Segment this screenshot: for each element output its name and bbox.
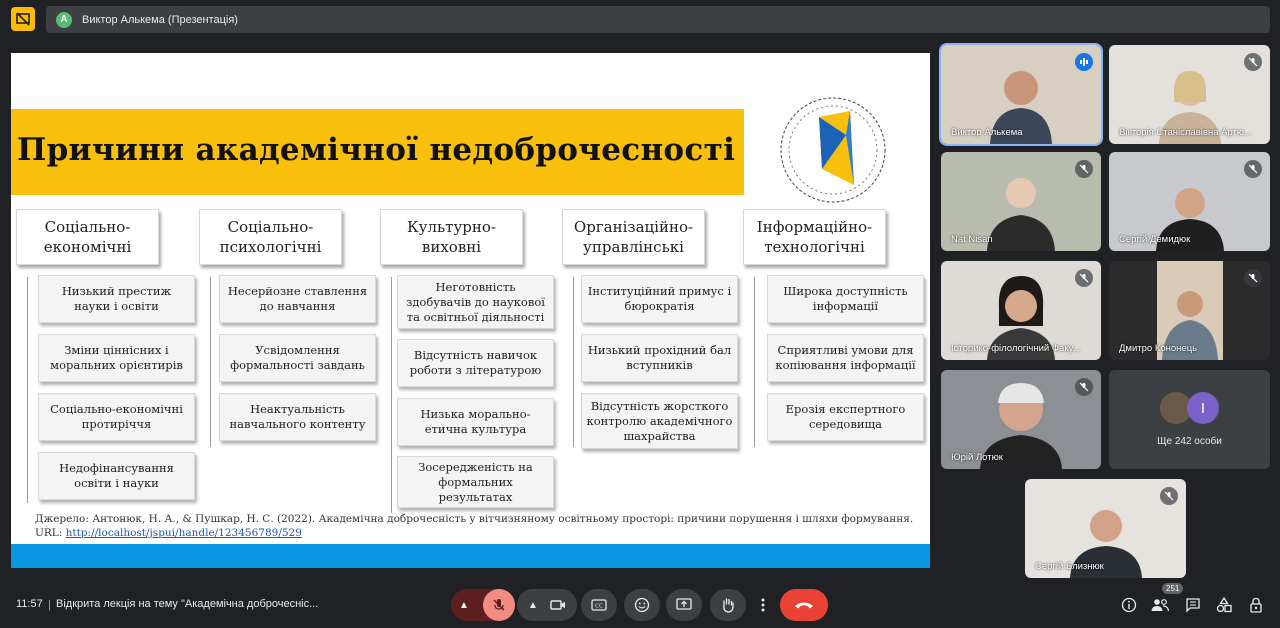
presenter-bar: A Виктор Алькема (Презентація): [46, 6, 1270, 33]
mic-off-button[interactable]: [482, 589, 515, 621]
column-line: [210, 277, 211, 447]
agency-logo: [779, 96, 887, 204]
mic-off-icon: [1244, 160, 1262, 178]
participant-name: Виктор Алькема: [951, 127, 1023, 138]
presenter-avatar: A: [56, 11, 72, 28]
participant-name: Юрій Лотюк: [951, 452, 1003, 463]
presentation-slide: Причини академічної недоброчесності Соці…: [11, 53, 930, 568]
captions-icon: CC: [591, 599, 607, 611]
participant-tile[interactable]: Nat Nisan: [941, 152, 1101, 251]
person-silhouette: [987, 178, 1055, 251]
emoji-icon: [634, 597, 650, 613]
present-screen-icon: [676, 598, 692, 610]
slide-bottom-bar: [11, 544, 930, 568]
participant-tile[interactable]: Дмитро Кононець: [1109, 261, 1270, 360]
cause-item: Відсутність жорсткого контролю академічн…: [581, 393, 738, 449]
chevron-up-icon[interactable]: ▲: [459, 600, 469, 611]
column-line: [573, 277, 574, 447]
present-button[interactable]: [666, 589, 702, 621]
mic-off-icon: [1075, 160, 1093, 178]
participant-tile[interactable]: Виктор Алькема: [939, 43, 1103, 146]
column-line: [754, 277, 755, 447]
activities-icon[interactable]: [1215, 596, 1233, 614]
cause-item: Неактуальність навчального контенту: [219, 393, 376, 441]
captions-button[interactable]: CC: [581, 589, 617, 621]
category-socio-economic: Соціально-економічні: [16, 209, 159, 265]
cause-item: Ерозія експертного середовища: [767, 393, 924, 441]
participant-tile[interactable]: Сергій Демидюк: [1109, 152, 1270, 251]
microphone-control[interactable]: ▲: [451, 589, 515, 621]
slide-title: Причини академічної недоброчесності: [17, 132, 736, 168]
source-link[interactable]: http://localhost/jspui/handle/123456789/…: [66, 527, 302, 539]
participant-name: Nat Nisan: [951, 234, 993, 245]
people-icon[interactable]: [1151, 596, 1169, 614]
cause-item: Низька морально-етична культура: [397, 398, 554, 446]
cause-item: Широка доступність інформації: [767, 275, 924, 323]
category-information-tech: Інформаційно-технологічні: [743, 209, 886, 265]
raise-hand-button[interactable]: [710, 589, 746, 621]
leave-call-button[interactable]: [780, 589, 828, 621]
cause-item: Несерйозне ставлення до навчання: [219, 275, 376, 323]
source-text: Джерело: Антонюк, Н. А., & Пушкар, Н. С.…: [35, 513, 914, 525]
participant-name: Сергій Близнюк: [1035, 561, 1104, 572]
chat-icon[interactable]: [1184, 596, 1202, 614]
participant-avatar-letter: І: [1187, 392, 1219, 424]
participants-count-badge: 251: [1162, 583, 1184, 594]
svg-text:CC: CC: [595, 604, 603, 610]
participant-tile[interactable]: Сергій Близнюк: [1025, 479, 1186, 578]
hand-icon: [723, 598, 734, 613]
more-participants-tile[interactable]: І Ще 242 особи: [1109, 370, 1270, 469]
participant-tile[interactable]: Вікторія Станіславівна Артю...: [1109, 45, 1270, 144]
presentation-icon[interactable]: [11, 7, 35, 31]
cause-item: Соціально-економічні протиріччя: [38, 393, 195, 441]
column-line: [27, 277, 28, 503]
participant-name: Дмитро Кононець: [1119, 343, 1198, 354]
cause-item: Зміни ціннісних і моральних орієнтирів: [38, 334, 195, 382]
meeting-title: Відкрита лекція на тему "Академічна добр…: [56, 598, 319, 610]
cause-item: Неготовність здобувачів до наукової та о…: [397, 275, 554, 329]
more-vert-icon: [761, 598, 765, 612]
clock: 11:57: [16, 598, 43, 610]
mic-off-icon: [1244, 53, 1262, 71]
cause-item: Низький престиж науки і освіти: [38, 275, 195, 323]
mic-off-icon: [1244, 269, 1262, 287]
category-socio-psychological: Соціально-психологічні: [199, 209, 342, 265]
url-label: URL:: [35, 527, 63, 539]
hangup-icon: [795, 602, 813, 609]
more-participants-label: Ще 242 особи: [1157, 436, 1222, 447]
emoji-button[interactable]: [624, 589, 660, 621]
mic-off-icon: [1075, 378, 1093, 396]
column-line: [391, 277, 392, 513]
cause-item: Інституційний примус і бюрократія: [581, 275, 738, 323]
cause-item: Сприятливі умови для копіювання інформац…: [767, 334, 924, 382]
chevron-up-icon[interactable]: ▲: [528, 600, 538, 611]
mic-off-icon: [1160, 487, 1178, 505]
participant-tile[interactable]: Історико-філологічний Факу...: [941, 261, 1101, 360]
presenter-name: Виктор Алькема (Презентація): [82, 13, 238, 26]
cause-item: Зосередженість на формальних результатах: [397, 456, 554, 508]
host-controls-icon[interactable]: [1247, 596, 1265, 614]
meeting-info-icon[interactable]: [1120, 596, 1138, 614]
category-organizational: Організаційно-управлінські: [562, 209, 705, 265]
camera-icon[interactable]: [550, 599, 566, 611]
source-citation: Джерело: Антонюк, Н. А., & Пушкар, Н. С.…: [35, 512, 915, 540]
cause-item: Усвідомлення формальності завдань: [219, 334, 376, 382]
category-cultural-educational: Культурно-виховні: [380, 209, 523, 265]
camera-control[interactable]: ▲: [517, 589, 577, 621]
cause-item: Недофінансування освіти і науки: [38, 452, 195, 500]
participant-name: Історико-філологічний Факу...: [951, 343, 1081, 354]
more-options-button[interactable]: [752, 589, 774, 621]
participant-name: Сергій Демидюк: [1119, 234, 1191, 245]
separator: |: [48, 599, 51, 611]
participant-tile[interactable]: Юрій Лотюк: [941, 370, 1101, 469]
mic-off-icon: [1075, 269, 1093, 287]
cause-item: Низький прохідний бал вступників: [581, 334, 738, 382]
cause-item: Відсутність навичок роботи з літературою: [397, 339, 554, 387]
speaking-indicator-icon: [1075, 53, 1093, 71]
participant-name: Вікторія Станіславівна Артю...: [1119, 127, 1252, 138]
